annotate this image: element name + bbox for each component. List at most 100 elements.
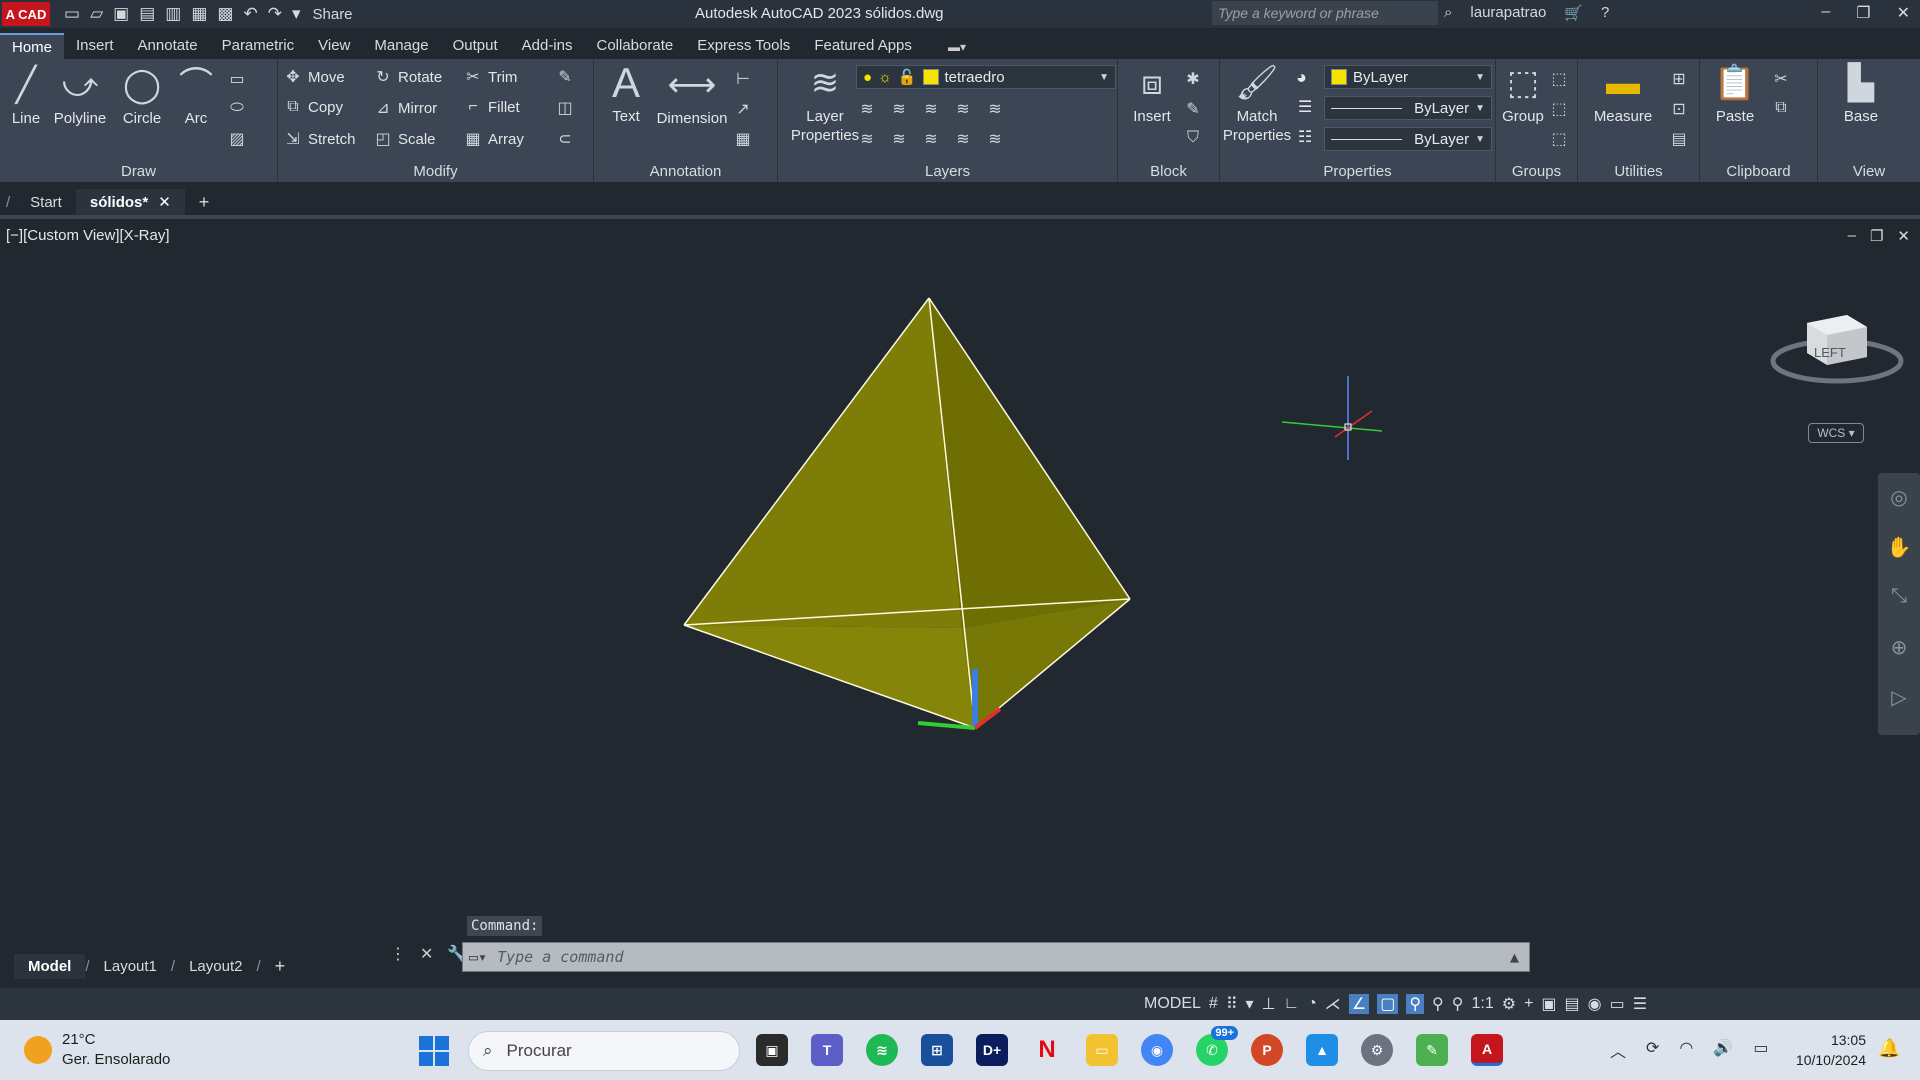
- redo-icon[interactable]: ↷: [268, 4, 282, 24]
- tetrahedron-solid[interactable]: [683, 297, 1131, 729]
- command-input[interactable]: ▭▾ Type a command ▲: [462, 942, 1530, 972]
- isolate-objects-icon[interactable]: ◉: [1588, 994, 1602, 1014]
- grid-icon[interactable]: #: [1209, 995, 1218, 1013]
- user-account[interactable]: laurapatrao: [1470, 4, 1546, 22]
- ribbon-tab-express-tools[interactable]: Express Tools: [685, 33, 802, 59]
- taskbar-search[interactable]: ⌕ Procurar: [468, 1031, 740, 1071]
- rotate-button[interactable]: ↻ Rotate: [374, 67, 442, 87]
- autocad-logo[interactable]: A CAD: [2, 2, 50, 26]
- spotify-icon[interactable]: ≋: [866, 1034, 898, 1066]
- isodraft-icon[interactable]: ⋌: [1325, 994, 1341, 1014]
- modify-panel-title[interactable]: Modify: [278, 163, 593, 180]
- pan-hand-icon[interactable]: ✋: [1878, 535, 1920, 560]
- table-icon[interactable]: ▦: [734, 129, 752, 149]
- linear-dim-icon[interactable]: ⊢: [734, 69, 752, 89]
- annotation-panel-title[interactable]: Annotation: [594, 163, 777, 180]
- new-drawing-tab-button[interactable]: +: [185, 188, 224, 217]
- sync-icon[interactable]: ⟳: [1646, 1038, 1659, 1062]
- volume-icon[interactable]: 🔊: [1713, 1038, 1733, 1062]
- draw-panel-title[interactable]: Draw: [0, 163, 277, 180]
- windows-start-button[interactable]: [419, 1036, 449, 1066]
- ribbon-tab-view[interactable]: View: [306, 33, 362, 59]
- show-hidden-icons-chevron-icon[interactable]: ︿: [1610, 1038, 1626, 1062]
- new-file-icon[interactable]: ▭: [64, 4, 80, 24]
- wcs-menu[interactable]: WCS ▾: [1808, 423, 1864, 443]
- model-tab[interactable]: Model: [14, 953, 86, 979]
- ribbon-tab-manage[interactable]: Manage: [362, 33, 440, 59]
- search-icon[interactable]: ⌕: [1444, 4, 1452, 22]
- layer-on-all-icon[interactable]: ≋: [858, 129, 876, 149]
- photos-icon[interactable]: ▲: [1306, 1034, 1338, 1066]
- annotation-scale-icon[interactable]: ⚲: [1452, 994, 1464, 1014]
- notifications-bell-icon[interactable]: 🔔: [1878, 1038, 1900, 1059]
- undo-icon[interactable]: ↶: [243, 4, 257, 24]
- copy-button[interactable]: ⧉ Copy: [284, 98, 343, 116]
- offset-icon[interactable]: ⊂: [556, 129, 574, 149]
- new-layout-button[interactable]: +: [261, 952, 300, 981]
- ribbon-tab-collaborate[interactable]: Collaborate: [584, 33, 685, 59]
- select-all-icon[interactable]: ⊡: [1670, 99, 1688, 119]
- powerpoint-icon[interactable]: P: [1251, 1034, 1283, 1066]
- ribbon-tab-annotate[interactable]: Annotate: [126, 33, 210, 59]
- group-select-icon[interactable]: ⬚: [1550, 129, 1568, 149]
- attribute-icon[interactable]: ⛉: [1184, 129, 1202, 147]
- import-icon[interactable]: ▦: [191, 4, 207, 24]
- ribbon-tab-add-ins[interactable]: Add-ins: [510, 33, 585, 59]
- hatch-icon[interactable]: ▨: [228, 129, 246, 149]
- share-button[interactable]: Share: [313, 6, 353, 23]
- snap-dropdown-icon[interactable]: ▾: [1246, 994, 1254, 1014]
- autocad-taskbar-icon[interactable]: A: [1471, 1034, 1503, 1066]
- trim-button[interactable]: ✂ Trim: [464, 67, 517, 87]
- model-space-toggle[interactable]: MODEL: [1144, 995, 1201, 1013]
- ungroup-icon[interactable]: ⬚: [1550, 69, 1568, 89]
- minimize-button[interactable]: –: [1821, 3, 1830, 23]
- layer-dropdown[interactable]: ● ☼ 🔓 tetraedro ▼: [856, 65, 1116, 89]
- drawing-tab[interactable]: sólidos* ✕: [75, 189, 185, 215]
- teams-icon[interactable]: T: [811, 1034, 843, 1066]
- object-snap-icon[interactable]: ▢: [1377, 994, 1399, 1014]
- text-button[interactable]: A Text: [604, 62, 648, 126]
- orbit-icon[interactable]: ⊕: [1878, 635, 1920, 660]
- command-close-icon[interactable]: ✕: [420, 944, 433, 964]
- quick-properties-icon[interactable]: ▤: [1565, 994, 1580, 1014]
- annotation-visibility-icon[interactable]: ⚲: [1406, 994, 1425, 1014]
- microsoft-store-icon[interactable]: ⊞: [921, 1034, 953, 1066]
- fillet-button[interactable]: ⌐ Fillet: [464, 98, 519, 116]
- customize-menu-icon[interactable]: ☰: [1633, 994, 1647, 1014]
- settings-icon[interactable]: ⚙: [1361, 1034, 1393, 1066]
- polyline-button[interactable]: ⤻ Polyline: [50, 65, 110, 128]
- ribbon-tab-insert[interactable]: Insert: [64, 33, 126, 59]
- insert-button[interactable]: ⧈ Insert: [1124, 63, 1180, 126]
- add-icon[interactable]: +: [1524, 995, 1533, 1013]
- arc-button[interactable]: ⌒ Arc: [176, 65, 216, 128]
- help-icon[interactable]: ?: [1601, 4, 1609, 22]
- command-grip-icon[interactable]: ⋮: [390, 944, 406, 964]
- settings-gear-icon[interactable]: ⚙: [1502, 994, 1516, 1014]
- layer-off-icon[interactable]: ≋: [858, 99, 876, 119]
- help-search-input[interactable]: Type a keyword or phrase: [1212, 1, 1438, 25]
- open-folder-icon[interactable]: ▱: [90, 4, 103, 24]
- layer-copy-icon[interactable]: ≋: [986, 129, 1004, 149]
- group-edit-icon[interactable]: ⬚: [1550, 99, 1568, 119]
- rectangle-icon[interactable]: ▭: [228, 69, 246, 89]
- annotation-scale-value[interactable]: 1:1: [1471, 995, 1493, 1013]
- task-view-icon[interactable]: ▣: [756, 1034, 788, 1066]
- publish-icon[interactable]: ▥: [165, 4, 181, 24]
- ribbon-tab-output[interactable]: Output: [441, 33, 510, 59]
- maximize-button[interactable]: ❐: [1856, 3, 1870, 23]
- clipboard-panel-title[interactable]: Clipboard: [1700, 163, 1817, 180]
- layout2-tab[interactable]: Layout2: [175, 954, 256, 979]
- chrome-icon[interactable]: ◉: [1141, 1034, 1173, 1066]
- object-snap-tracking-icon[interactable]: ∠: [1348, 994, 1370, 1014]
- scale-button[interactable]: ◰ Scale: [374, 129, 435, 149]
- steering-wheel-icon[interactable]: ◎: [1878, 485, 1920, 510]
- save-icon[interactable]: ▣: [113, 4, 129, 24]
- move-button[interactable]: ✥ Move: [284, 67, 344, 87]
- layers-panel-title[interactable]: Layers: [778, 163, 1117, 180]
- ortho-icon[interactable]: ∟: [1284, 995, 1300, 1013]
- array-button[interactable]: ▦ Array: [464, 129, 523, 149]
- properties-panel-title[interactable]: Properties: [1220, 163, 1495, 180]
- command-history-toggle-icon[interactable]: ▲: [1510, 948, 1519, 966]
- linetype-dropdown[interactable]: ByLayer ▼: [1324, 127, 1492, 151]
- layout1-tab[interactable]: Layout1: [90, 954, 171, 979]
